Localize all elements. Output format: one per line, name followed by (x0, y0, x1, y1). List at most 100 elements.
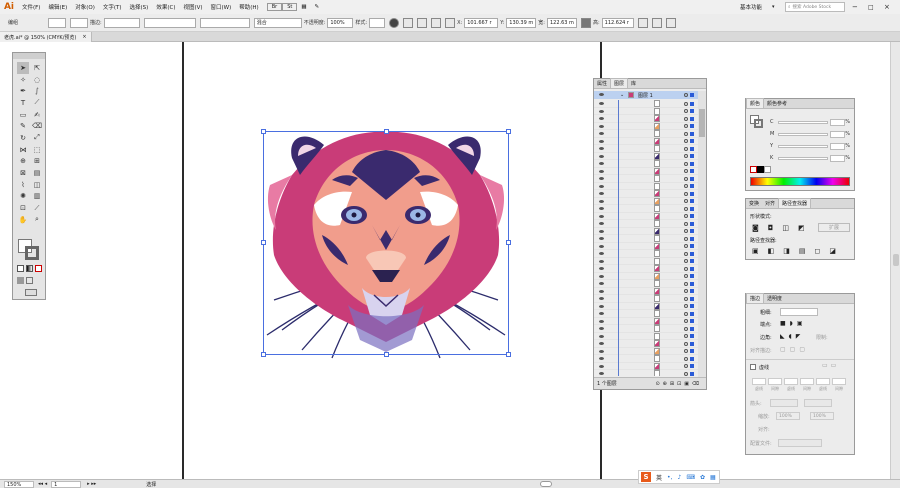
selection-square-icon[interactable] (690, 311, 694, 316)
merge-icon[interactable]: ◨ (783, 247, 790, 255)
target-circle-icon[interactable] (684, 371, 688, 376)
selection-square-icon[interactable] (690, 92, 694, 97)
perspective-grid-tool-icon[interactable]: ⊞ (31, 156, 43, 168)
layer-row[interactable] (594, 370, 698, 376)
visibility-eye-icon[interactable] (599, 372, 604, 375)
visibility-eye-icon[interactable] (599, 124, 604, 128)
target-circle-icon[interactable] (684, 206, 688, 211)
channel-c-slider[interactable] (777, 120, 828, 124)
visibility-eye-icon[interactable] (599, 199, 604, 203)
layer-row[interactable] (594, 107, 698, 115)
free-transform-tool-icon[interactable]: ⬚ (31, 144, 43, 156)
tab-layers[interactable]: 图层 (610, 78, 629, 88)
selection-square-icon[interactable] (690, 161, 694, 166)
layers-scrollbar[interactable] (698, 91, 706, 377)
selection-square-icon[interactable] (690, 229, 694, 233)
menu-help[interactable]: 帮助(H) (235, 3, 262, 11)
curvature-tool-icon[interactable]: ∫ (31, 85, 43, 97)
visibility-eye-icon[interactable] (599, 274, 604, 278)
layer-row[interactable] (594, 212, 698, 220)
visibility-eye-icon[interactable] (599, 282, 604, 285)
target-circle-icon[interactable] (684, 364, 688, 368)
selection-square-icon[interactable] (690, 356, 694, 361)
gap-3-field[interactable] (832, 378, 846, 385)
end-arrow-select[interactable] (804, 399, 832, 407)
divide-icon[interactable]: ▣ (752, 247, 759, 255)
target-circle-icon[interactable] (684, 154, 688, 158)
arrange-documents-icon[interactable]: ▦ (297, 4, 310, 10)
selection-square-icon[interactable] (690, 146, 694, 151)
selection-square-icon[interactable] (690, 341, 694, 346)
menu-object[interactable]: 对象(O) (71, 3, 99, 11)
target-circle-icon[interactable] (684, 311, 688, 316)
rotate-tool-icon[interactable]: ↻ (17, 132, 29, 144)
dash-1-field[interactable] (752, 378, 766, 385)
shape-builder-tool-icon[interactable]: ⊕ (17, 156, 29, 168)
layer-row[interactable] (594, 272, 698, 280)
visibility-eye-icon[interactable] (599, 334, 604, 338)
ime-language[interactable]: 英 (656, 473, 662, 482)
target-circle-icon[interactable] (684, 214, 688, 218)
visibility-eye-icon[interactable] (599, 162, 604, 165)
exclude-icon[interactable]: ◩ (798, 224, 805, 232)
punctuation-icon[interactable]: •, (667, 474, 672, 481)
selection-square-icon[interactable] (690, 191, 694, 196)
layer-row[interactable] (594, 115, 698, 123)
target-circle-icon[interactable] (684, 131, 688, 136)
visibility-eye-icon[interactable] (599, 109, 604, 113)
column-graph-tool-icon[interactable]: ▥ (31, 191, 43, 203)
channel-m-slider[interactable] (777, 132, 828, 136)
layer-row[interactable] (594, 287, 698, 295)
layer-row[interactable] (594, 362, 698, 370)
visibility-eye-icon[interactable] (599, 207, 604, 210)
tab-pathfinder[interactable]: 路径查找器 (778, 198, 812, 208)
selection-square-icon[interactable] (690, 154, 694, 158)
dash-preserve-icon[interactable]: ▭ (822, 362, 828, 369)
brush-definition[interactable] (199, 17, 250, 28)
selection-square-icon[interactable] (690, 206, 694, 211)
blend-tool-icon[interactable]: ◫ (31, 179, 43, 191)
color-stroke-swatch[interactable] (754, 119, 763, 128)
unite-icon[interactable]: ◙ (752, 224, 759, 232)
direct-selection-tool-icon[interactable]: ⇱ (31, 62, 43, 74)
target-circle-icon[interactable] (684, 146, 688, 151)
stroke-swatch[interactable] (70, 17, 88, 28)
layer-row[interactable] (594, 220, 698, 228)
layer-row[interactable] (594, 182, 698, 190)
visibility-eye-icon[interactable] (599, 154, 604, 158)
selection-square-icon[interactable] (690, 124, 694, 128)
selection-square-icon[interactable] (690, 289, 694, 293)
stroke-weight-field[interactable] (103, 17, 140, 28)
slice-tool-icon[interactable]: ⟋ (31, 202, 43, 214)
stock-button[interactable]: St (282, 3, 298, 11)
selection-square-icon[interactable] (690, 334, 694, 338)
channel-c-field[interactable] (829, 118, 846, 126)
layer-row[interactable] (594, 197, 698, 205)
end-scale-field[interactable]: 100% (810, 412, 834, 420)
fill-swatch[interactable] (48, 17, 66, 28)
rectangle-tool-icon[interactable]: ▭ (17, 109, 29, 121)
tab-color-guide[interactable]: 颜色参考 (764, 99, 790, 108)
visibility-eye-icon[interactable] (599, 177, 604, 180)
artboard-tool-icon[interactable]: ⊡ (17, 202, 29, 214)
handle-top-right[interactable] (506, 129, 511, 134)
handle-bottom-right[interactable] (506, 352, 511, 357)
microphone-icon[interactable]: ♪ (677, 474, 681, 481)
dash-align-icon[interactable]: ▭ (831, 362, 837, 369)
visibility-eye-icon[interactable] (599, 192, 604, 195)
visibility-eye-icon[interactable] (599, 244, 604, 248)
layers-scroll-thumb[interactable] (699, 109, 705, 137)
menu-window[interactable]: 窗口(W) (207, 3, 236, 11)
layers-footer-icons[interactable]: ⊙⊕⊞⊡▣⌫ (655, 381, 702, 387)
layer-row[interactable] (594, 205, 698, 213)
none-mode-icon[interactable] (35, 265, 42, 272)
line-tool-icon[interactable]: ⟋ (31, 97, 43, 109)
selection-square-icon[interactable] (690, 259, 694, 263)
handle-right[interactable] (506, 240, 511, 245)
selection-square-icon[interactable] (690, 184, 694, 188)
target-circle-icon[interactable] (684, 169, 688, 173)
layer-row[interactable] (594, 137, 698, 145)
layer-row[interactable] (594, 355, 698, 363)
bridge-button[interactable]: Br (266, 3, 283, 11)
target-circle-icon[interactable] (684, 109, 688, 113)
